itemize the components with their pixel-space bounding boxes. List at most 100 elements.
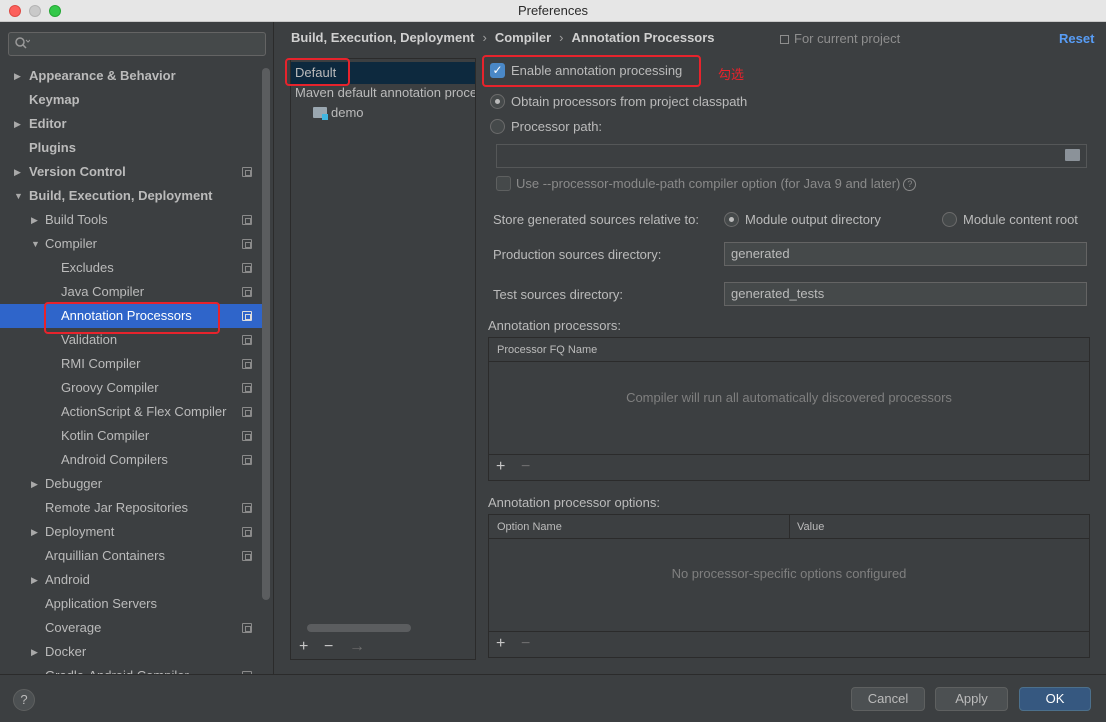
sidebar-item-label: Appearance & Behavior: [29, 68, 176, 83]
sidebar-item-docker[interactable]: ▶ Docker: [0, 640, 262, 664]
chevron-down-icon[interactable]: ▼: [31, 232, 41, 256]
processor-path-input[interactable]: [496, 144, 1087, 168]
processor-fq-name-column[interactable]: Processor FQ Name: [497, 338, 597, 362]
help-button[interactable]: ?: [13, 689, 35, 711]
sidebar-item-editor[interactable]: ▶ Editor: [0, 112, 262, 136]
processor-module-path-checkbox[interactable]: [496, 176, 511, 191]
processor-path-radio[interactable]: [490, 119, 505, 134]
processor-module-path-label: Use --processor-module-path compiler opt…: [516, 176, 901, 191]
project-level-icon: [242, 623, 252, 633]
ok-button[interactable]: OK: [1019, 687, 1091, 711]
add-profile-button[interactable]: +: [299, 638, 308, 656]
reset-link[interactable]: Reset: [1059, 31, 1094, 46]
sidebar-item-build-execution-deployment[interactable]: ▼ Build, Execution, Deployment: [0, 184, 262, 208]
sidebar-item-label: Application Servers: [45, 596, 157, 611]
options-table-toolbar: + −: [489, 631, 1089, 657]
sidebar-item-compiler[interactable]: ▼ Compiler: [0, 232, 262, 256]
remove-processor-button[interactable]: −: [521, 458, 530, 476]
sidebar-item-coverage[interactable]: Coverage: [0, 616, 262, 640]
store-generated-label: Store generated sources relative to:: [493, 212, 699, 227]
sidebar-item-excludes[interactable]: Excludes: [0, 256, 262, 280]
sidebar-item-android[interactable]: ▶ Android: [0, 568, 262, 592]
module-output-directory-label[interactable]: Module output directory: [745, 212, 881, 227]
chevron-right-icon[interactable]: ▶: [31, 520, 41, 544]
project-level-icon: [242, 527, 252, 537]
breadcrumb: Build, Execution, Deployment › Compiler › An…: [291, 30, 715, 50]
sidebar-item-label: Keymap: [29, 92, 80, 107]
sidebar-item-keymap[interactable]: Keymap: [0, 88, 262, 112]
processor-module-path-option[interactable]: Use --processor-module-path compiler opt…: [516, 176, 917, 191]
profile-module-demo[interactable]: demo: [291, 102, 364, 124]
sidebar-item-gradle-android-compiler[interactable]: Gradle-Android Compiler: [0, 664, 262, 674]
breadcrumb-separator: ›: [482, 30, 487, 45]
profiles-horizontal-scrollbar[interactable]: [307, 624, 411, 632]
sidebar-item-label: Excludes: [61, 260, 114, 275]
add-processor-button[interactable]: +: [496, 458, 505, 476]
cancel-button[interactable]: Cancel: [851, 687, 925, 711]
chevron-right-icon[interactable]: ▶: [31, 640, 41, 664]
sidebar-scrollbar[interactable]: [262, 68, 270, 600]
sidebar-item-label: Plugins: [29, 140, 76, 155]
sidebar-item-label: Editor: [29, 116, 67, 131]
sidebar-item-debugger[interactable]: ▶ Debugger: [0, 472, 262, 496]
sidebar-item-java-compiler[interactable]: Java Compiler: [0, 280, 262, 304]
processors-table-toolbar: + −: [489, 454, 1089, 480]
module-content-root-label[interactable]: Module content root: [963, 212, 1078, 227]
chevron-right-icon[interactable]: ▶: [31, 208, 41, 232]
project-level-icon: [242, 239, 252, 249]
browse-folder-icon[interactable]: [1065, 149, 1080, 161]
project-level-icon: [242, 311, 252, 321]
chevron-right-icon[interactable]: ▶: [14, 64, 24, 88]
sidebar-item-remote-jar-repositories[interactable]: Remote Jar Repositories: [0, 496, 262, 520]
breadcrumb-annotation-processors: Annotation Processors: [571, 30, 715, 45]
settings-tree: ▶ Appearance & Behavior Keymap ▶ Editor Plugi…: [0, 64, 262, 674]
sidebar-item-rmi-compiler[interactable]: RMI Compiler: [0, 352, 262, 376]
test-sources-input[interactable]: generated_tests: [724, 282, 1087, 306]
sidebar-item-actionscript-flex-compiler[interactable]: ActionScript & Flex Compiler: [0, 400, 262, 424]
sidebar-item-label: Deployment: [45, 524, 115, 539]
option-value-column[interactable]: Value: [797, 515, 824, 539]
sidebar-item-plugins[interactable]: Plugins: [0, 136, 262, 160]
module-content-root-radio[interactable]: [942, 212, 957, 227]
remove-option-button[interactable]: −: [521, 635, 530, 653]
sidebar-item-deployment[interactable]: ▶ Deployment: [0, 520, 262, 544]
sidebar-item-arquillian-containers[interactable]: Arquillian Containers: [0, 544, 262, 568]
sidebar-item-kotlin-compiler[interactable]: Kotlin Compiler: [0, 424, 262, 448]
breadcrumb-separator: ›: [559, 30, 564, 45]
module-folder-icon: [313, 107, 328, 120]
help-icon[interactable]: ?: [903, 178, 917, 191]
sidebar-item-android-compilers[interactable]: Android Compilers: [0, 448, 262, 472]
sidebar-item-label: Groovy Compiler: [61, 380, 159, 395]
sidebar-item-label: Gradle-Android Compiler: [45, 664, 189, 674]
sidebar-item-build-tools[interactable]: ▶ Build Tools: [0, 208, 262, 232]
add-option-button[interactable]: +: [496, 635, 505, 653]
obtain-from-classpath-label[interactable]: Obtain processors from project classpath: [511, 94, 747, 109]
processor-path-label[interactable]: Processor path:: [511, 119, 602, 134]
sidebar-item-label: Compiler: [45, 236, 98, 251]
sidebar-item-application-servers[interactable]: Application Servers: [0, 592, 262, 616]
project-level-icon: [242, 335, 252, 345]
remove-profile-button[interactable]: −: [324, 638, 333, 656]
annotation-processors-table: Processor FQ Name Compiler will run all …: [488, 337, 1090, 481]
annotation-note: 勾选: [718, 67, 745, 82]
apply-button[interactable]: Apply: [935, 687, 1008, 711]
obtain-from-classpath-radio[interactable]: [490, 94, 505, 109]
chevron-right-icon[interactable]: ▶: [14, 112, 24, 136]
module-output-directory-radio[interactable]: [724, 212, 739, 227]
sidebar-item-appearance-behavior[interactable]: ▶ Appearance & Behavior: [0, 64, 262, 88]
sidebar-item-version-control[interactable]: ▶ Version Control: [0, 160, 262, 184]
project-level-icon: [242, 383, 252, 393]
chevron-down-icon[interactable]: ▼: [14, 184, 24, 208]
chevron-right-icon[interactable]: ▶: [31, 568, 41, 592]
production-sources-input[interactable]: generated: [724, 242, 1087, 266]
chevron-right-icon[interactable]: ▶: [31, 472, 41, 496]
breadcrumb-build-execution[interactable]: Build, Execution, Deployment: [291, 30, 474, 45]
option-name-column[interactable]: Option Name: [497, 515, 562, 539]
sidebar-item-label: RMI Compiler: [61, 356, 141, 371]
move-profile-button[interactable]: →: [349, 638, 365, 656]
breadcrumb-compiler[interactable]: Compiler: [495, 30, 551, 45]
sidebar-item-groovy-compiler[interactable]: Groovy Compiler: [0, 376, 262, 400]
chevron-right-icon[interactable]: ▶: [14, 160, 24, 184]
settings-search-input[interactable]: [8, 32, 266, 56]
options-empty-text: No processor-specific options configured: [671, 566, 907, 581]
